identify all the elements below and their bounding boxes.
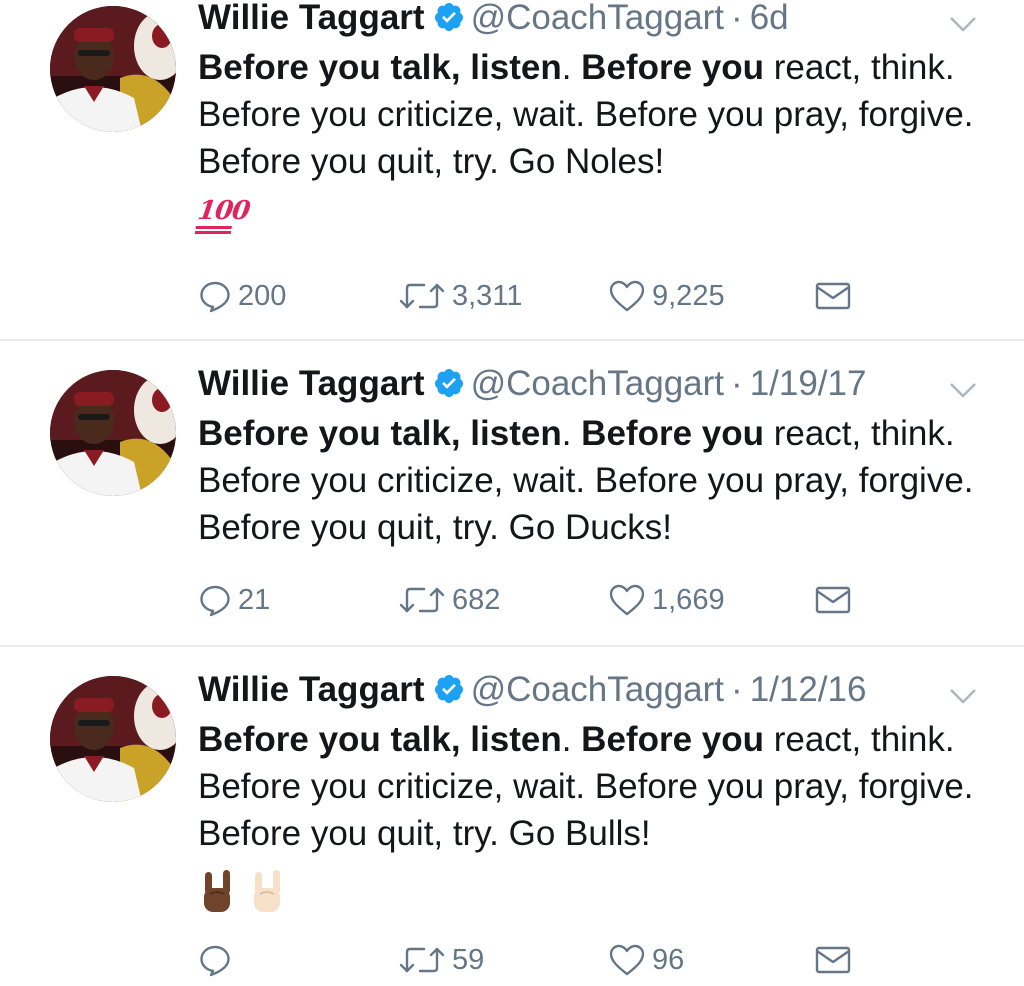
tweet-text: Before you talk, listen. Before you reac… <box>198 716 998 857</box>
avatar-image <box>50 676 176 802</box>
tweet-timestamp[interactable]: 1/19/17 <box>750 364 867 403</box>
tweet-timestamp[interactable]: 1/12/16 <box>750 670 867 709</box>
verified-badge-icon <box>434 3 463 31</box>
tweet[interactable]: Willie Taggart @CoachTaggart · 1/19/17 Be… <box>0 340 1024 646</box>
tweet-actions: 200 3,311 9,225 <box>198 276 878 316</box>
avatar-image <box>50 370 176 496</box>
avatar[interactable] <box>50 6 176 132</box>
tweet[interactable]: Willie Taggart @CoachTaggart · 1/12/16 Be… <box>0 646 1024 986</box>
horns-hand-emoji-row <box>204 870 280 912</box>
heart-icon <box>609 584 645 616</box>
envelope-icon <box>815 586 851 614</box>
retweet-count: 3,311 <box>452 279 523 312</box>
like-count: 9,225 <box>652 279 725 312</box>
reply-icon <box>200 945 230 977</box>
retweet-button[interactable]: 682 <box>398 580 500 620</box>
tweet[interactable]: Willie Taggart @CoachTaggart · 6d Before … <box>0 0 1024 340</box>
heart-icon <box>609 944 645 976</box>
author-name[interactable]: Willie Taggart <box>198 0 425 37</box>
retweet-icon <box>399 947 445 973</box>
like-button[interactable]: 1,669 <box>608 580 725 620</box>
verified-badge-icon <box>434 369 463 397</box>
emoji-row: 100 <box>194 196 252 240</box>
tweet-text-bold: Before you <box>581 48 764 87</box>
chevron-down-icon[interactable] <box>948 380 978 400</box>
direct-message-button[interactable] <box>814 940 852 980</box>
reply-count: 21 <box>238 583 271 616</box>
tweet-text: Before you talk, listen. Before you reac… <box>198 44 998 185</box>
tweet-text-bold: Before you talk, listen <box>198 414 562 453</box>
tweet-text-bold: Before you <box>581 720 764 759</box>
like-count: 1,669 <box>652 583 725 616</box>
verified-badge-icon <box>434 675 463 703</box>
author-handle[interactable]: @CoachTaggart <box>471 0 724 37</box>
chevron-down-icon[interactable] <box>948 686 978 706</box>
tweet-header: Willie Taggart @CoachTaggart · 1/12/16 <box>198 670 984 714</box>
retweet-count: 59 <box>452 943 485 976</box>
author-name[interactable]: Willie Taggart <box>198 364 425 403</box>
horns-hand-light-emoji <box>254 870 280 912</box>
reply-count: 200 <box>238 279 287 312</box>
emoji-row <box>198 868 298 912</box>
reply-button[interactable] <box>198 940 238 980</box>
heart-icon <box>609 280 645 312</box>
retweet-count: 682 <box>452 583 501 616</box>
header-separator: · <box>724 0 750 37</box>
tweet-text-bold: Before you <box>581 414 764 453</box>
tweet-header: Willie Taggart @CoachTaggart · 1/19/17 <box>198 364 984 408</box>
retweet-button[interactable]: 59 <box>398 940 484 980</box>
chevron-down-icon[interactable] <box>948 14 978 34</box>
like-count: 96 <box>652 943 685 976</box>
tweet-actions: 21 682 1,669 <box>198 580 878 620</box>
avatar-image <box>50 6 176 132</box>
direct-message-button[interactable] <box>814 276 852 316</box>
tweet-feed: Willie Taggart @CoachTaggart · 6d Before … <box>0 0 1024 977</box>
tweet-actions: 59 96 <box>198 940 878 980</box>
reply-button[interactable]: 200 <box>198 276 286 316</box>
author-name[interactable]: Willie Taggart <box>198 670 425 709</box>
tweet-text: Before you talk, listen. Before you reac… <box>198 410 998 551</box>
header-separator: · <box>724 670 750 709</box>
reply-icon <box>200 281 230 313</box>
reply-icon <box>200 585 230 617</box>
tweet-timestamp[interactable]: 6d <box>750 0 789 37</box>
retweet-button[interactable]: 3,311 <box>398 276 522 316</box>
like-button[interactable]: 96 <box>608 940 684 980</box>
retweet-icon <box>399 587 445 613</box>
envelope-icon <box>815 282 851 310</box>
emoji-text: 100 <box>195 196 252 226</box>
header-separator: · <box>724 364 750 403</box>
envelope-icon <box>815 946 851 974</box>
like-button[interactable]: 9,225 <box>608 276 725 316</box>
tweet-text-plain: . <box>561 48 582 87</box>
tweet-text-plain: . <box>561 720 582 759</box>
avatar[interactable] <box>50 676 176 802</box>
tweet-text-bold: Before you talk, listen <box>198 720 562 759</box>
reply-button[interactable]: 21 <box>198 580 270 620</box>
horns-hand-dark-emoji <box>204 870 230 912</box>
hundred-points-emoji: 100 <box>194 196 252 234</box>
retweet-icon <box>399 283 445 309</box>
tweet-header: Willie Taggart @CoachTaggart · 6d <box>198 0 984 42</box>
author-handle[interactable]: @CoachTaggart <box>471 364 724 403</box>
avatar[interactable] <box>50 370 176 496</box>
direct-message-button[interactable] <box>814 580 852 620</box>
tweet-text-bold: Before you talk, listen <box>198 48 562 87</box>
author-handle[interactable]: @CoachTaggart <box>471 670 724 709</box>
tweet-text-plain: . <box>561 414 582 453</box>
